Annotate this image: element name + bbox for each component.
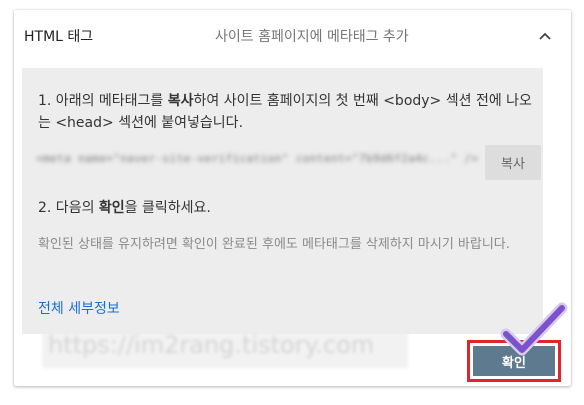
confirm-highlight: 확인 [467, 340, 561, 382]
instructions-panel: 1. 아래의 메타태그를 복사하여 사이트 홈페이지의 첫 번째 <body> … [22, 68, 543, 334]
step1-text: 1. 아래의 메타태그를 복사하여 사이트 홈페이지의 첫 번째 <body> … [38, 90, 543, 134]
watermark: https://im2rang.tistory.com [42, 323, 408, 368]
copy-button[interactable]: 복사 [485, 145, 541, 180]
confirm-button[interactable]: 확인 [473, 346, 555, 376]
card-header[interactable]: HTML 태그 사이트 홈페이지에 메타태그 추가 [14, 10, 571, 62]
step2-suffix: 을 클릭하세요. [124, 200, 211, 216]
meta-tag-code[interactable]: <meta name="naver-site-verification" con… [36, 152, 488, 170]
step1-bold: 복사 [167, 93, 194, 109]
details-link[interactable]: 전체 세부정보 [38, 298, 120, 318]
step2-bold: 확인 [98, 200, 125, 216]
header-title: HTML 태그 [24, 29, 94, 45]
note-text: 확인된 상태를 유지하려면 확인이 완료된 후에도 메타태그를 삭제하지 마시기… [38, 237, 510, 252]
step2-text: 2. 다음의 확인을 클릭하세요. [38, 197, 211, 217]
step1-prefix: 1. 아래의 메타태그를 [38, 93, 168, 109]
chevron-up-icon[interactable] [534, 26, 556, 46]
header-subtitle: 사이트 홈페이지에 메타태그 추가 [215, 29, 409, 45]
step2-prefix: 2. 다음의 [38, 200, 99, 216]
